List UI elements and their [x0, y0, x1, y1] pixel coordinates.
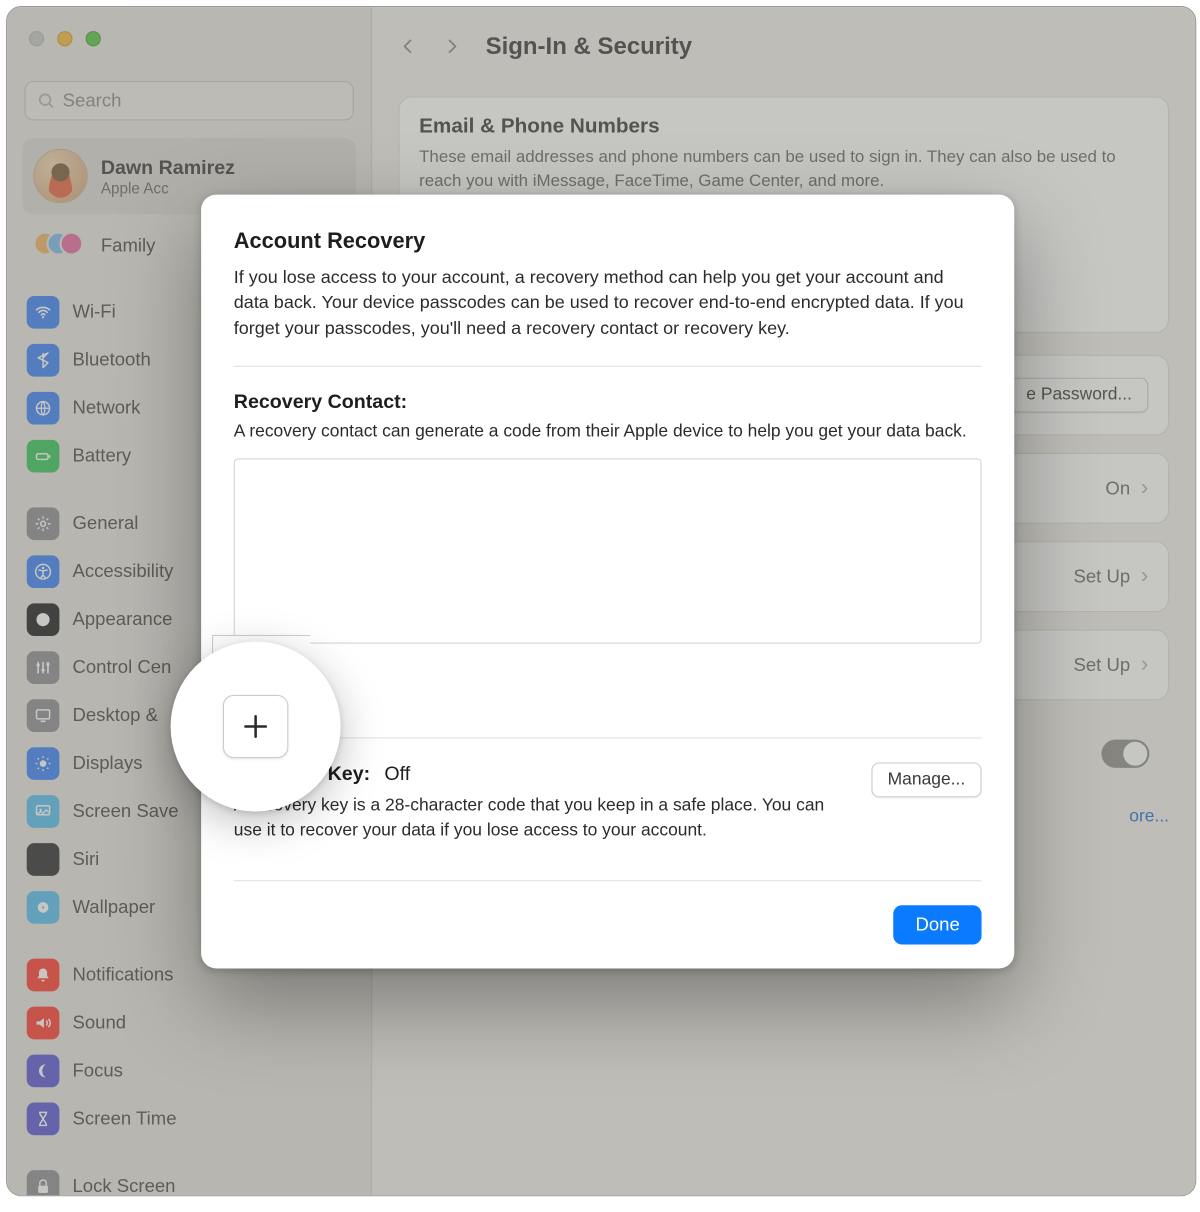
done-button[interactable]: Done: [894, 906, 982, 945]
manage-button[interactable]: Manage...: [871, 762, 981, 797]
divider: [234, 881, 982, 882]
modal-title: Account Recovery: [234, 229, 982, 254]
modal-intro: If you lose access to your account, a re…: [234, 265, 982, 342]
recovery-contact-desc: A recovery contact can generate a code f…: [234, 420, 982, 445]
recovery-contact-label: Recovery Contact:: [234, 391, 982, 414]
account-recovery-modal: Account Recovery If you lose access to y…: [201, 195, 1014, 969]
add-recovery-contact-button[interactable]: [223, 695, 288, 758]
recovery-contact-list[interactable]: [234, 458, 982, 643]
plus-icon: [240, 711, 271, 742]
recovery-key-value: Off: [384, 762, 410, 784]
divider: [234, 737, 982, 738]
divider: [234, 366, 982, 367]
settings-window: Search Dawn Ramirez Apple Acc Family Wi-…: [6, 6, 1196, 1196]
add-button-magnifier: [171, 641, 341, 811]
recovery-key-desc: A recovery key is a 28-character code th…: [234, 794, 854, 844]
